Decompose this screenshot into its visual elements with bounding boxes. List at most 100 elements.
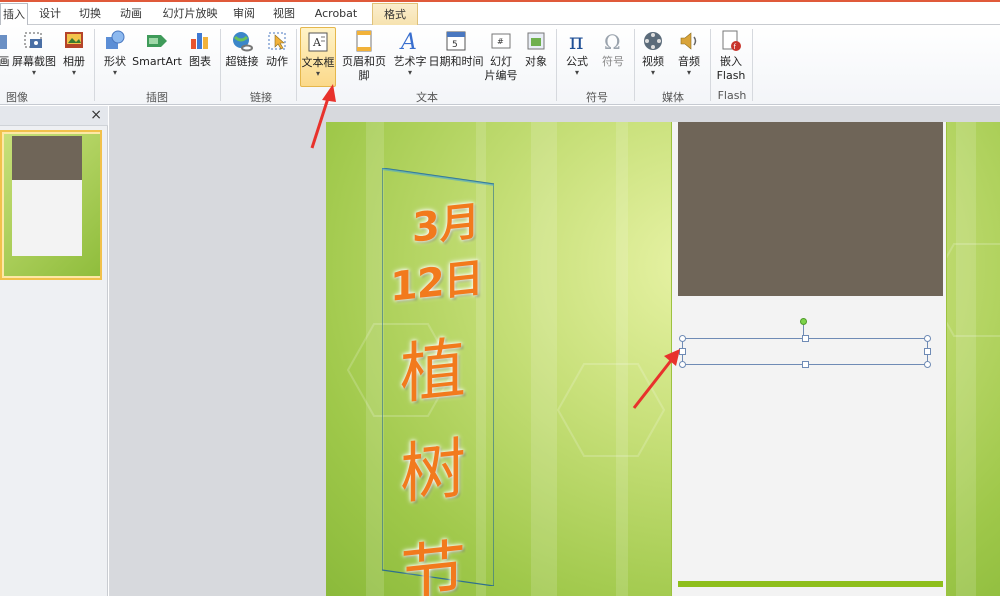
hyperlink-label: 超链接 — [225, 55, 259, 68]
video-button[interactable]: 视频 ▾ — [638, 29, 668, 77]
group-label-links: 链接 — [250, 91, 272, 104]
svg-text:π: π — [569, 30, 583, 53]
resize-handle-bottom-left[interactable] — [679, 361, 686, 368]
group-label-flash: Flash — [717, 89, 747, 102]
screenshot-partial-button[interactable]: 画 — [0, 29, 12, 69]
action-label: 动作 — [266, 55, 288, 68]
calendar-icon: 5 — [444, 29, 468, 53]
embed-flash-label-2: Flash — [716, 69, 746, 82]
group-divider — [710, 29, 711, 101]
textbox-icon: A — [306, 30, 330, 54]
tab-transitions[interactable]: 切换 — [76, 3, 104, 26]
title-month: 3月 — [412, 198, 480, 252]
slide-thumbnail[interactable] — [0, 130, 102, 280]
speaker-icon — [677, 29, 701, 53]
smartart-icon — [145, 29, 169, 53]
flash-document-icon: f — [719, 29, 743, 53]
smartart-button[interactable]: SmartArt — [132, 29, 182, 69]
slide-number-button[interactable]: # 幻灯 片编号 — [484, 29, 518, 83]
object-label: 对象 — [525, 55, 547, 68]
resize-handle-top[interactable] — [802, 335, 809, 342]
header-footer-label: 页眉和页脚 — [342, 55, 386, 82]
film-reel-icon — [641, 29, 665, 53]
svg-text:A: A — [399, 30, 417, 53]
globe-link-icon — [230, 29, 254, 53]
tab-review[interactable]: 审阅 — [230, 3, 258, 26]
shapes-label: 形状 — [104, 55, 126, 68]
wordart-button[interactable]: A 艺术字 ▾ — [392, 29, 428, 77]
title-day: 12日 — [390, 255, 483, 311]
group-label-symbols: 符号 — [586, 91, 608, 104]
wordart-icon: A — [398, 29, 422, 55]
thumbnail-card — [12, 136, 82, 256]
equation-button[interactable]: π 公式 ▾ — [562, 29, 592, 77]
audio-button[interactable]: 音频 ▾ — [674, 29, 704, 77]
tab-insert[interactable]: 插入 — [0, 3, 28, 27]
tab-design[interactable]: 设计 — [36, 3, 64, 26]
symbol-button[interactable]: Ω 符号 — [598, 29, 628, 69]
chevron-down-icon: ▾ — [686, 68, 691, 77]
thumbnail-photo — [12, 136, 82, 180]
group-divider — [634, 29, 635, 101]
symbol-label: 符号 — [602, 55, 624, 68]
chevron-down-icon: ▾ — [650, 68, 655, 77]
smartart-label: SmartArt — [132, 55, 182, 68]
date-time-button[interactable]: 5 日期和时间 — [428, 29, 484, 69]
content-card[interactable] — [671, 122, 947, 596]
wordart-label: 艺术字 — [393, 55, 427, 68]
resize-handle-bottom-right[interactable] — [924, 361, 931, 368]
close-icon[interactable]: × — [90, 107, 102, 123]
screenshot-icon — [22, 29, 46, 53]
chevron-down-icon: ▾ — [31, 68, 36, 77]
tab-animations[interactable]: 动画 — [116, 3, 146, 26]
title-char-1: 植 — [400, 329, 466, 414]
screenshot-label: 屏幕截图 — [12, 55, 56, 68]
slide-editing-area[interactable]: 3月 12日 植 树 节 — [109, 106, 1000, 596]
vertical-title-textbox[interactable]: 3月 12日 植 树 节 — [382, 168, 494, 596]
background-stripe — [956, 122, 976, 596]
bar-chart-icon — [188, 29, 212, 53]
shapes-button[interactable]: 形状 ▾ — [100, 29, 130, 77]
slide-number-label-2: 片编号 — [484, 69, 518, 82]
tab-slideshow[interactable]: 幻灯片放映 — [158, 3, 222, 26]
header-footer-icon — [352, 29, 376, 53]
tab-view[interactable]: 视图 — [270, 3, 298, 26]
chevron-down-icon: ▾ — [315, 69, 320, 78]
background-stripe — [616, 122, 628, 596]
group-label-illustrations: 插图 — [146, 91, 168, 104]
resize-handle-top-right[interactable] — [924, 335, 931, 342]
action-button[interactable]: 动作 — [262, 29, 292, 69]
equation-label: 公式 — [566, 55, 588, 68]
svg-text:5: 5 — [452, 40, 458, 50]
hyperlink-button[interactable]: 超链接 — [224, 29, 260, 69]
resize-handle-top-left[interactable] — [679, 335, 686, 342]
resize-handle-bottom[interactable] — [802, 361, 809, 368]
group-label-images: 图像 — [6, 91, 28, 104]
slide[interactable]: 3月 12日 植 树 节 — [326, 122, 1000, 596]
screenshot-button[interactable]: 屏幕截图 ▾ — [12, 29, 56, 77]
rotation-handle[interactable] — [800, 318, 807, 325]
new-textbox[interactable] — [679, 335, 931, 368]
background-stripe — [531, 122, 557, 596]
embed-flash-button[interactable]: f 嵌入 Flash — [714, 29, 748, 83]
title-char-2: 树 — [400, 429, 466, 514]
screenshot-partial-label: 画 — [0, 55, 10, 68]
photo-placeholder[interactable] — [678, 122, 943, 296]
object-button[interactable]: 对象 — [522, 29, 550, 69]
date-time-label: 日期和时间 — [428, 55, 484, 68]
textbox-button[interactable]: A 文本框 ▾ — [300, 27, 336, 87]
group-divider — [556, 29, 557, 101]
resize-handle-left[interactable] — [679, 348, 686, 355]
tab-acrobat[interactable]: Acrobat — [308, 3, 364, 26]
ribbon-tab-bar: 插入 设计 切换 动画 幻灯片放映 审阅 视图 Acrobat 格式 — [0, 0, 1000, 27]
photo-album-button[interactable]: 相册 ▾ — [60, 29, 88, 77]
chevron-down-icon: ▾ — [407, 68, 412, 77]
video-label: 视频 — [642, 55, 664, 68]
shapes-icon — [103, 29, 127, 53]
group-label-media: 媒体 — [662, 91, 684, 104]
svg-text:Ω: Ω — [604, 30, 621, 53]
header-footer-button[interactable]: 页眉和页脚 — [338, 29, 390, 83]
chart-button[interactable]: 图表 — [186, 29, 214, 69]
resize-handle-right[interactable] — [924, 348, 931, 355]
tab-format[interactable]: 格式 — [372, 3, 418, 26]
